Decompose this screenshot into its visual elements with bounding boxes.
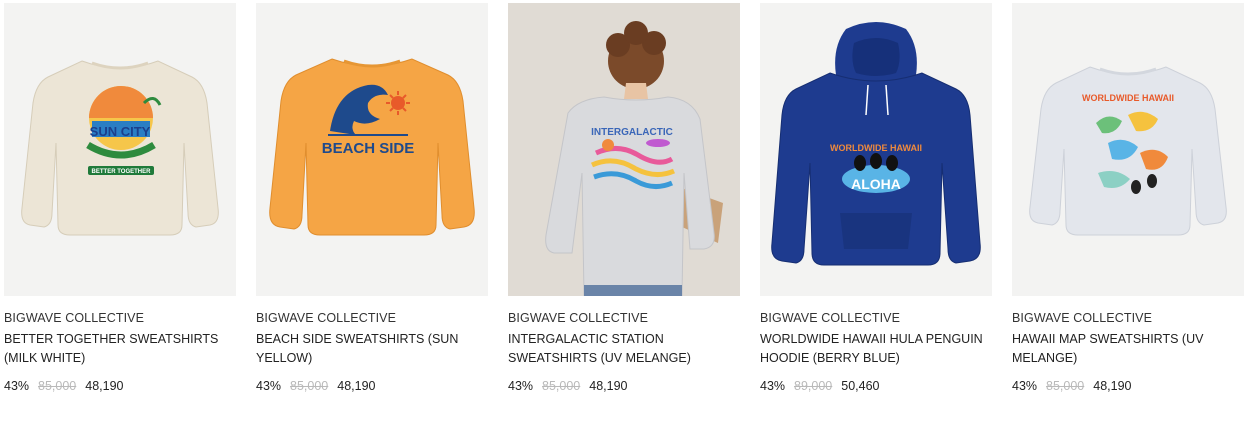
original-price: 85,000 <box>290 379 329 393</box>
print-text-1: WORLDWIDE HAWAII <box>1082 93 1174 103</box>
product-card[interactable]: BEACH SIDE BIGWAVE COLLECTIVE BEACH SIDE… <box>256 3 488 394</box>
sale-price: 48,190 <box>337 379 376 393</box>
print-text-2: ALOHA <box>851 176 901 192</box>
sweatshirt-illustration: WORLDWIDE HAWAII <box>1012 3 1244 296</box>
product-brand[interactable]: BIGWAVE COLLECTIVE <box>256 310 488 326</box>
sale-price: 48,190 <box>1093 379 1132 393</box>
discount-rate: 43% <box>760 379 786 393</box>
price-row: 43% 85,000 48,190 <box>508 378 740 394</box>
hoodie-illustration: WORLDWIDE HAWAII ALOHA <box>760 3 992 296</box>
discount-rate: 43% <box>508 379 534 393</box>
sweatshirt-illustration: BEACH SIDE <box>256 3 488 296</box>
original-price: 89,000 <box>794 379 833 393</box>
product-name[interactable]: WORLDWIDE HAWAII HULA PENGUIN HOODIE (BE… <box>760 330 992 368</box>
product-image[interactable]: WORLDWIDE HAWAII ALOHA <box>760 3 992 296</box>
original-price: 85,000 <box>38 379 77 393</box>
sale-price: 50,460 <box>841 379 880 393</box>
print-text-1: INTERGALACTIC <box>591 127 673 138</box>
price-row: 43% 85,000 48,190 <box>1012 378 1244 394</box>
product-brand[interactable]: BIGWAVE COLLECTIVE <box>1012 310 1244 326</box>
print-text-1: SUN CITY <box>90 124 151 139</box>
print-text-1: WORLDWIDE HAWAII <box>830 143 922 153</box>
sale-price: 48,190 <box>589 379 628 393</box>
product-brand[interactable]: BIGWAVE COLLECTIVE <box>4 310 236 326</box>
original-price: 85,000 <box>1046 379 1085 393</box>
product-card[interactable]: INTERGALACTIC BIGWAVE COLLECTIVE INTERGA… <box>508 3 740 394</box>
product-brand[interactable]: BIGWAVE COLLECTIVE <box>508 310 740 326</box>
price-row: 43% 85,000 48,190 <box>4 378 236 394</box>
original-price: 85,000 <box>542 379 581 393</box>
product-grid: SUN CITY BETTER TOGETHER BIGWAVE COLLECT… <box>0 0 1253 435</box>
product-name[interactable]: BEACH SIDE SWEATSHIRTS (SUN YELLOW) <box>256 330 488 368</box>
product-image[interactable]: WORLDWIDE HAWAII <box>1012 3 1244 296</box>
product-name[interactable]: INTERGALACTIC STATION SWEATSHIRTS (UV ME… <box>508 330 740 368</box>
discount-rate: 43% <box>256 379 282 393</box>
discount-rate: 43% <box>1012 379 1038 393</box>
product-card[interactable]: WORLDWIDE HAWAII BIGWAVE COLLECTIVE HAWA… <box>1012 3 1244 394</box>
product-image[interactable]: INTERGALACTIC <box>508 3 740 296</box>
product-name[interactable]: HAWAII MAP SWEATSHIRTS (UV MELANGE) <box>1012 330 1244 368</box>
product-image[interactable]: BEACH SIDE <box>256 3 488 296</box>
discount-rate: 43% <box>4 379 30 393</box>
product-name[interactable]: BETTER TOGETHER SWEATSHIRTS (MILK WHITE) <box>4 330 236 368</box>
sweatshirt-illustration: SUN CITY BETTER TOGETHER <box>4 3 236 296</box>
price-row: 43% 85,000 48,190 <box>256 378 488 394</box>
sale-price: 48,190 <box>85 379 124 393</box>
print-text-2: BETTER TOGETHER <box>92 169 152 175</box>
product-card[interactable]: WORLDWIDE HAWAII ALOHA BIGWAVE COLLECTIV… <box>760 3 992 394</box>
price-row: 43% 89,000 50,460 <box>760 378 992 394</box>
product-image[interactable]: SUN CITY BETTER TOGETHER <box>4 3 236 296</box>
product-brand[interactable]: BIGWAVE COLLECTIVE <box>760 310 992 326</box>
product-card[interactable]: SUN CITY BETTER TOGETHER BIGWAVE COLLECT… <box>4 3 236 394</box>
print-text-1: BEACH SIDE <box>322 140 415 157</box>
model-photo-illustration: INTERGALACTIC <box>508 3 740 296</box>
